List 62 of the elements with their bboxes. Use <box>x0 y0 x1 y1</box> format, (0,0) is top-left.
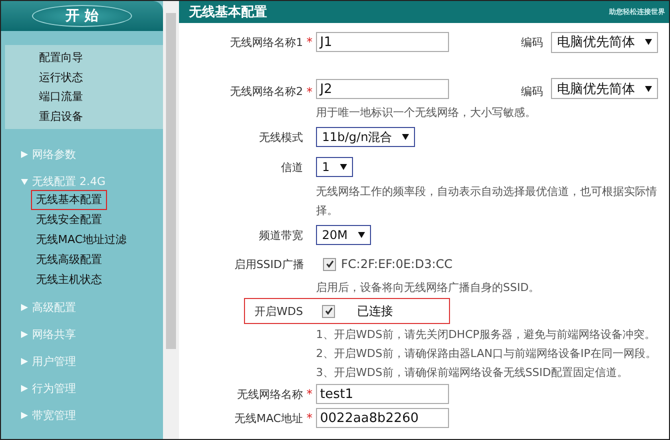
menu-item[interactable]: 无线MAC地址过滤 <box>31 230 132 250</box>
hint-text: 启用后，设备将向无线网络广播自身的SSID。 <box>316 280 541 296</box>
field-label: 启用SSID广播 <box>233 256 304 272</box>
field-label: 开启WDS <box>254 304 303 318</box>
menu-item[interactable]: 无线基本配置 <box>31 190 107 210</box>
caret-icon <box>645 39 652 45</box>
scrollbar-thumb[interactable] <box>166 13 176 349</box>
checkmark-icon <box>326 260 334 268</box>
dropdown[interactable]: 20M <box>316 225 371 245</box>
field-label: 无线网络名称2 <box>229 84 303 99</box>
hint-text: 择。 <box>316 203 339 219</box>
encoding-select[interactable]: 电脑优先简体 <box>551 78 658 99</box>
hint-text: 无线网络工作的频率段，自动表示自动选择最优信道，也可根据实际情 <box>316 184 658 200</box>
field-label: 频道带宽 <box>258 228 303 242</box>
quick-link[interactable]: 重启设备 <box>39 106 163 126</box>
hint-text: 用于唯一地标识一个无线网络，大小写敏感。 <box>316 105 537 121</box>
menu-item[interactable]: 无线安全配置 <box>31 210 107 230</box>
hint-text: 2、开启WDS前，请确保路由器LAN口与前端网络设备IP在同一网段。 <box>316 346 658 362</box>
triangle-right-icon <box>21 304 28 311</box>
field-label: 无线模式 <box>258 130 303 144</box>
hint-text: 1、开启WDS前，请先关闭DHCP服务器，避免与前端网络设备冲突。 <box>316 327 656 343</box>
caret-icon <box>402 134 410 140</box>
checkbox[interactable] <box>323 258 336 270</box>
required-mark: * <box>306 85 314 99</box>
checkbox-text: FC:2F:EF:0E:D3:CC <box>341 257 453 271</box>
triangle-right-icon <box>21 358 28 365</box>
hint-text: 3、开启WDS前，请确保前端网络设备无线SSID配置固定信道。 <box>316 365 630 381</box>
caret-icon <box>340 164 347 170</box>
text-field[interactable]: J1 <box>316 32 449 52</box>
required-mark: * <box>306 35 314 49</box>
quick-link[interactable]: 运行状态 <box>39 68 163 87</box>
quick-link[interactable]: 配置向导 <box>39 48 163 68</box>
field-label: 编码 <box>521 34 543 50</box>
field-label: 编码 <box>521 84 543 99</box>
text-field[interactable]: 0022aa8b2260 <box>316 408 449 428</box>
triangle-right-icon <box>21 412 28 419</box>
required-mark: * <box>306 411 314 425</box>
triangle-down-icon <box>21 178 28 185</box>
triangle-right-icon <box>21 151 28 158</box>
required-mark: * <box>306 387 314 401</box>
field-label: 无线网络名称1 <box>229 34 303 50</box>
field-label: 无线网络名称 <box>236 386 303 402</box>
caret-icon <box>645 86 652 92</box>
scrollbar[interactable] <box>163 1 179 439</box>
checkmark-icon <box>324 307 332 315</box>
dropdown[interactable]: 11b/g/n混合 <box>316 127 416 147</box>
text-field[interactable]: J2 <box>316 79 449 99</box>
checkbox-text: 已连接 <box>357 302 393 320</box>
encoding-select[interactable]: 电脑优先简体 <box>551 32 658 52</box>
triangle-right-icon <box>21 331 28 338</box>
text-field[interactable]: test1 <box>316 384 449 404</box>
menu-item[interactable]: 无线高级配置 <box>31 250 107 270</box>
menu-item[interactable]: 无线主机状态 <box>31 270 107 290</box>
checkbox[interactable] <box>322 304 335 318</box>
triangle-right-icon <box>21 385 28 392</box>
caret-icon <box>358 232 365 238</box>
quick-link[interactable]: 端口流量 <box>39 87 163 106</box>
page-title: 无线基本配置 <box>189 4 267 21</box>
start-button[interactable]: 开 始 <box>32 5 132 27</box>
field-label: 信道 <box>280 160 303 174</box>
field-label: 无线MAC地址 <box>233 410 303 426</box>
dropdown[interactable]: 1 <box>316 157 353 177</box>
